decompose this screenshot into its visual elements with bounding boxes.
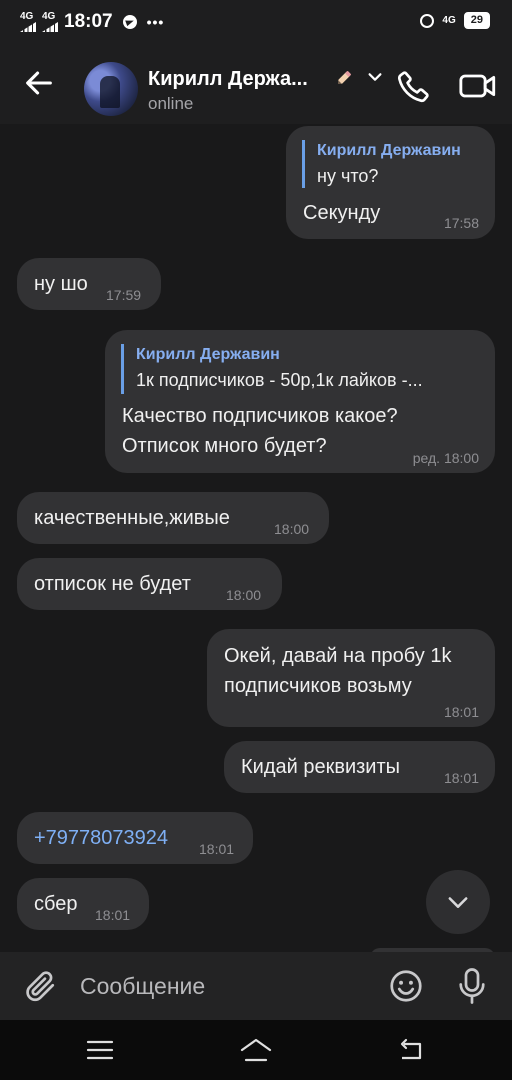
alarm-icon xyxy=(420,13,435,28)
reply-quote[interactable]: Кирилл Державин 1к подписчиков - 50р,1к … xyxy=(121,344,476,394)
reply-quote[interactable]: Кирилл Державин ну что? xyxy=(302,140,461,188)
message-incoming[interactable]: сбер 18:01 xyxy=(17,878,149,930)
avatar[interactable] xyxy=(84,62,138,116)
message-text: качественные,живые xyxy=(34,507,230,529)
message-time: 17:59 xyxy=(106,287,142,303)
message-text-line: Качество подписчиков какое? xyxy=(122,405,398,427)
contact-name[interactable]: Кирилл Держа... xyxy=(148,68,308,91)
back-arrow-icon[interactable] xyxy=(22,66,56,100)
message-text: Секунду xyxy=(303,202,381,224)
phone-link[interactable]: +79778073924 xyxy=(34,823,168,853)
paperclip-icon[interactable] xyxy=(22,968,58,1004)
menu-icon[interactable] xyxy=(86,1038,114,1062)
reply-author: Кирилл Державин xyxy=(136,346,280,363)
home-icon[interactable] xyxy=(238,1036,274,1064)
video-camera-icon[interactable] xyxy=(458,68,498,104)
status-right: 4G 29 xyxy=(420,12,490,29)
signal-1: 4G xyxy=(20,12,36,32)
status-bar: 4G 4G 18:07 ••• 4G 29 xyxy=(0,0,512,44)
signal-2: 4G xyxy=(42,12,58,32)
battery-icon: 29 xyxy=(463,12,490,29)
message-time: ред. 18:00 xyxy=(412,450,479,466)
more-notifications-icon: ••• xyxy=(146,14,165,30)
message-text: ну шо xyxy=(34,273,88,295)
system-navigation-bar xyxy=(0,1020,512,1080)
emoji-icon[interactable] xyxy=(388,968,424,1004)
network-type-2: 4G xyxy=(42,11,56,22)
message-incoming[interactable]: +79778073924 18:01 xyxy=(17,812,253,864)
message-time: 18:00 xyxy=(226,587,262,603)
message-incoming[interactable]: качественные,живые 18:00 xyxy=(17,492,329,544)
message-outgoing[interactable]: Окей, давай на пробу 1k подписчиков возь… xyxy=(207,629,495,727)
message-input[interactable] xyxy=(80,966,370,1006)
message-time: 18:01 xyxy=(95,907,131,923)
network-type-1: 4G xyxy=(20,11,34,22)
message-outgoing[interactable]: Кирилл Державин ну что? Секунду 17:58 xyxy=(286,126,495,239)
pencil-icon xyxy=(337,71,351,85)
reply-author: Кирилл Державин xyxy=(317,142,461,159)
message-text-line: подписчиков возьму xyxy=(224,675,412,697)
phone-icon[interactable] xyxy=(396,68,432,104)
contact-status: online xyxy=(148,94,194,113)
status-left: 4G 4G 18:07 ••• xyxy=(20,11,164,33)
message-outgoing[interactable]: Кирилл Державин 1к подписчиков - 50р,1к … xyxy=(105,330,495,473)
message-text: Кидай реквизиты xyxy=(241,756,401,778)
message-text: сбер xyxy=(34,893,78,915)
message-outgoing[interactable]: Кидай реквизиты 18:01 xyxy=(224,741,495,793)
chevron-down-icon[interactable] xyxy=(366,68,384,86)
message-text-line: Окей, давай на пробу 1k xyxy=(224,645,452,667)
message-time: 18:01 xyxy=(443,704,479,720)
message-text-line: Отписок много будет? xyxy=(122,435,327,457)
network-type-right: 4G xyxy=(442,15,456,26)
message-time: 18:01 xyxy=(443,770,479,786)
message-time: 18:00 xyxy=(274,521,310,537)
message-composer xyxy=(0,952,512,1020)
microphone-icon[interactable] xyxy=(454,966,490,1006)
message-text: отписок не будет xyxy=(34,573,191,595)
reply-text: 1к подписчиков - 50р,1к лайков -... xyxy=(136,370,423,390)
back-icon[interactable] xyxy=(398,1036,426,1064)
clock: 18:07 xyxy=(64,11,113,32)
message-incoming[interactable]: отписок не будет 18:00 xyxy=(17,558,282,610)
scroll-to-bottom-button[interactable] xyxy=(426,870,490,934)
signal-bars-icon xyxy=(20,22,36,32)
message-incoming[interactable]: ну шо 17:59 xyxy=(17,258,161,310)
reply-text: ну что? xyxy=(317,166,379,186)
signal-bars-icon xyxy=(42,22,58,32)
message-time: 18:01 xyxy=(199,841,235,857)
chat-header: Кирилл Держа... online xyxy=(0,44,512,124)
telegram-icon xyxy=(122,15,137,29)
chevron-down-icon xyxy=(448,897,468,908)
message-time: 17:58 xyxy=(443,215,479,231)
